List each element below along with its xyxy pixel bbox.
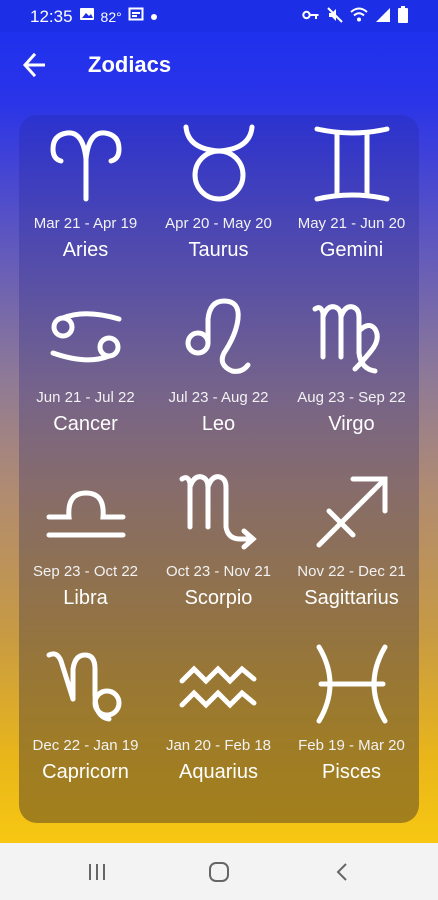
zodiac-name: Cancer bbox=[53, 413, 118, 435]
home-button[interactable] bbox=[206, 859, 232, 885]
signal-icon bbox=[375, 7, 391, 28]
zodiac-dates: Sep 23 - Oct 22 bbox=[32, 563, 139, 580]
zodiac-grid: Mar 21 - Apr 19 Aries Apr 20 - May 20 Ta… bbox=[19, 115, 419, 823]
recent-apps-icon bbox=[89, 864, 105, 880]
dot-icon bbox=[150, 8, 158, 26]
status-time: 12:35 bbox=[30, 6, 73, 26]
app-screen: 12:35 82° Zodiacs Mar 21 - Apr 19 Aries … bbox=[0, 0, 438, 843]
zodiac-name: Sagittarius bbox=[304, 587, 399, 609]
capricorn-icon bbox=[46, 651, 122, 722]
status-bar: 12:35 82° bbox=[0, 0, 438, 32]
aquarius-icon bbox=[179, 665, 257, 709]
status-left: 12:35 82° bbox=[30, 6, 158, 27]
pisces-icon bbox=[316, 644, 388, 724]
zodiac-item-leo[interactable]: Jul 23 - Aug 22 Leo bbox=[152, 289, 285, 463]
zodiac-dates: Oct 23 - Nov 21 bbox=[165, 563, 272, 580]
temperature-text: 82° bbox=[100, 8, 122, 25]
sagittarius-icon bbox=[316, 476, 388, 548]
zodiac-item-pisces[interactable]: Feb 19 - Mar 20 Pisces bbox=[285, 637, 418, 811]
zodiac-name: Aquarius bbox=[179, 761, 258, 783]
home-icon bbox=[209, 862, 229, 882]
zodiac-item-cancer[interactable]: Jun 21 - Jul 22 Cancer bbox=[19, 289, 152, 463]
zodiac-dates: Feb 19 - Mar 20 bbox=[298, 737, 405, 754]
zodiac-dates: Nov 22 - Dec 21 bbox=[297, 563, 406, 580]
zodiac-item-aries[interactable]: Mar 21 - Apr 19 Aries bbox=[19, 115, 152, 289]
scorpio-icon bbox=[179, 474, 257, 550]
zodiac-dates: Jan 20 - Feb 18 bbox=[165, 737, 272, 754]
back-button[interactable] bbox=[22, 52, 48, 78]
zodiac-dates: Apr 20 - May 20 bbox=[165, 215, 272, 232]
arrow-left-icon bbox=[22, 52, 45, 78]
zodiac-item-libra[interactable]: Sep 23 - Oct 22 Libra bbox=[19, 463, 152, 637]
nav-back-button[interactable] bbox=[330, 859, 356, 885]
libra-icon bbox=[46, 490, 126, 538]
zodiac-name: Virgo bbox=[328, 413, 375, 435]
zodiac-item-gemini[interactable]: May 21 - Jun 20 Gemini bbox=[285, 115, 418, 289]
zodiac-name: Pisces bbox=[322, 761, 381, 783]
zodiac-dates: Aug 23 - Sep 22 bbox=[297, 389, 406, 406]
leo-icon bbox=[185, 298, 251, 374]
virgo-icon bbox=[312, 304, 380, 374]
status-right bbox=[302, 6, 408, 28]
aries-icon bbox=[50, 130, 122, 202]
gemini-icon bbox=[314, 126, 390, 202]
zodiac-dates: May 21 - Jun 20 bbox=[297, 215, 406, 232]
zodiac-item-scorpio[interactable]: Oct 23 - Nov 21 Scorpio bbox=[152, 463, 285, 637]
zodiac-item-virgo[interactable]: Aug 23 - Sep 22 Virgo bbox=[285, 289, 418, 463]
zodiac-item-capricorn[interactable]: Dec 22 - Jan 19 Capricorn bbox=[19, 637, 152, 811]
zodiac-item-aquarius[interactable]: Jan 20 - Feb 18 Aquarius bbox=[152, 637, 285, 811]
calendar-icon bbox=[128, 6, 144, 27]
recent-apps-button[interactable] bbox=[84, 859, 110, 885]
zodiac-name: Libra bbox=[63, 587, 108, 609]
app-bar: Zodiacs bbox=[0, 32, 438, 98]
cancer-icon bbox=[50, 311, 122, 363]
page-title: Zodiacs bbox=[88, 52, 172, 77]
zodiac-item-taurus[interactable]: Apr 20 - May 20 Taurus bbox=[152, 115, 285, 289]
mute-icon bbox=[327, 6, 343, 28]
taurus-icon bbox=[183, 124, 255, 202]
zodiac-name: Taurus bbox=[188, 239, 249, 261]
zodiac-name: Leo bbox=[201, 413, 236, 435]
zodiac-dates: Dec 22 - Jan 19 bbox=[32, 737, 139, 754]
zodiac-dates: Mar 21 - Apr 19 bbox=[33, 215, 138, 232]
zodiac-dates: Jul 23 - Aug 22 bbox=[168, 389, 269, 406]
back-icon bbox=[336, 863, 347, 881]
battery-icon bbox=[398, 6, 408, 28]
zodiac-name: Aries bbox=[62, 239, 109, 261]
key-icon bbox=[302, 8, 320, 27]
image-icon bbox=[79, 6, 95, 27]
system-nav-bar bbox=[0, 843, 438, 900]
zodiac-name: Capricorn bbox=[42, 761, 129, 783]
zodiac-name: Scorpio bbox=[184, 587, 253, 609]
zodiac-dates: Jun 21 - Jul 22 bbox=[36, 389, 135, 406]
wifi-icon bbox=[350, 7, 368, 28]
zodiac-name: Gemini bbox=[319, 239, 384, 261]
zodiac-item-sagittarius[interactable]: Nov 22 - Dec 21 Sagittarius bbox=[285, 463, 418, 637]
zodiac-grid-card: Mar 21 - Apr 19 Aries Apr 20 - May 20 Ta… bbox=[19, 115, 419, 823]
